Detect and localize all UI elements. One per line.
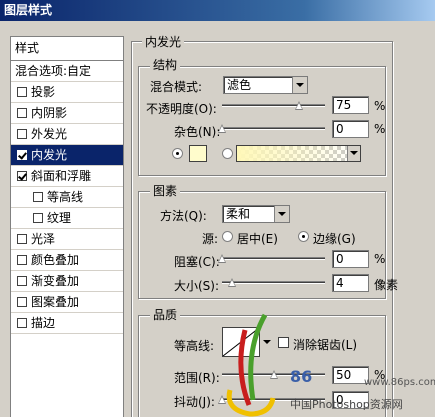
- size-label: 大小(S):: [174, 279, 220, 293]
- styles-list-header[interactable]: 样式: [11, 37, 123, 61]
- dialog-title: 图层样式: [4, 3, 53, 17]
- watermark-site: www.86ps.com: [364, 377, 435, 388]
- chevron-down-icon: [347, 146, 360, 161]
- opacity-slider-track: [222, 104, 325, 107]
- choke-slider-track: [222, 257, 325, 260]
- size-input[interactable]: 4: [332, 274, 369, 292]
- style-list-item-label: 图案叠加: [31, 295, 80, 309]
- opacity-slider[interactable]: [222, 100, 325, 112]
- blend-mode-select[interactable]: 滤色: [223, 76, 308, 94]
- method-select[interactable]: 柔和: [222, 205, 290, 223]
- source-center-label[interactable]: 居中(E): [237, 230, 278, 247]
- style-list-item[interactable]: 纹理: [11, 208, 123, 229]
- style-checkbox[interactable]: [17, 129, 27, 139]
- opacity-input[interactable]: 75: [332, 96, 369, 114]
- style-list-item-label: 外发光: [31, 127, 68, 141]
- styles-list: 样式 混合选项:自定投影内阴影外发光内发光斜面和浮雕等高线纹理光泽颜色叠加渐变叠…: [10, 36, 124, 417]
- style-checkbox[interactable]: [17, 108, 27, 118]
- choke-unit: %: [374, 252, 386, 266]
- jitter-label: 抖动(J):: [174, 395, 215, 409]
- style-list-item[interactable]: 等高线: [11, 187, 123, 208]
- style-checkbox[interactable]: [17, 297, 27, 307]
- style-checkbox[interactable]: [33, 213, 43, 223]
- blend-mode-value: 滤色: [227, 78, 252, 92]
- contour-label: 等高线:: [174, 339, 215, 353]
- watermark-brand: 86: [290, 367, 313, 386]
- style-list-item[interactable]: 混合选项:自定: [11, 61, 123, 82]
- source-edge-radio[interactable]: [298, 231, 309, 242]
- style-list-item-label: 颜色叠加: [31, 253, 80, 267]
- quality-title: 品质: [150, 306, 181, 323]
- style-checkbox[interactable]: [17, 276, 27, 286]
- size-slider[interactable]: [222, 277, 325, 289]
- elements-title: 图素: [150, 182, 181, 199]
- chevron-down-icon: [292, 77, 307, 93]
- watermark-logo: [226, 313, 276, 417]
- style-list-item-label: 等高线: [47, 190, 84, 204]
- noise-slider-thumb[interactable]: [218, 124, 226, 133]
- style-list-item[interactable]: 图案叠加: [11, 292, 123, 313]
- style-list-item-label: 混合选项:自定: [15, 64, 92, 78]
- source-center-radio[interactable]: [222, 231, 233, 242]
- style-checkbox[interactable]: [17, 87, 27, 97]
- glow-color-swatch[interactable]: [189, 145, 207, 162]
- style-list-item-label: 纹理: [47, 211, 72, 225]
- style-checkbox[interactable]: [33, 192, 43, 202]
- dialog-title-bar[interactable]: 图层样式: [0, 0, 435, 21]
- style-checkbox[interactable]: [17, 171, 27, 181]
- glow-gradient-picker[interactable]: [236, 145, 361, 162]
- noise-unit: %: [374, 122, 386, 136]
- style-checkbox[interactable]: [17, 255, 27, 265]
- opacity-label: 不透明度(O):: [146, 102, 217, 116]
- choke-input[interactable]: 0: [332, 250, 369, 268]
- style-list-item[interactable]: 描边: [11, 313, 123, 334]
- style-list-item-label: 描边: [31, 316, 56, 330]
- choke-slider-thumb[interactable]: [218, 254, 226, 263]
- style-list-item-label: 光泽: [31, 232, 56, 246]
- watermark-text: 中国Photoshop资源网: [290, 398, 403, 411]
- style-list-item[interactable]: 颜色叠加: [11, 250, 123, 271]
- style-list-item[interactable]: 内发光: [11, 145, 123, 166]
- choke-slider[interactable]: [218, 253, 325, 265]
- noise-slider-track: [222, 127, 325, 130]
- style-checkbox[interactable]: [17, 150, 27, 160]
- noise-label: 杂色(N):: [174, 125, 221, 139]
- chevron-down-icon: [274, 206, 289, 222]
- opacity-slider-thumb[interactable]: [295, 101, 304, 110]
- method-label: 方法(Q):: [160, 209, 207, 223]
- size-slider-thumb[interactable]: [228, 278, 237, 287]
- style-list-item[interactable]: 斜面和浮雕: [11, 166, 123, 187]
- size-slider-track: [222, 281, 325, 284]
- style-checkbox[interactable]: [17, 318, 27, 328]
- inner-glow-title: 内发光: [142, 33, 185, 50]
- style-list-item[interactable]: 外发光: [11, 124, 123, 145]
- style-list-item[interactable]: 投影: [11, 82, 123, 103]
- range-label: 范围(R):: [174, 371, 220, 385]
- style-list-item[interactable]: 渐变叠加: [11, 271, 123, 292]
- size-unit: 像素: [374, 278, 399, 292]
- style-list-item-label: 渐变叠加: [31, 274, 80, 288]
- noise-input[interactable]: 0: [332, 120, 369, 138]
- source-label: 源:: [202, 232, 219, 246]
- style-list-item-label: 内阴影: [31, 106, 68, 120]
- style-list-item-label: 投影: [31, 85, 56, 99]
- style-list-item[interactable]: 光泽: [11, 229, 123, 250]
- style-list-item-label: 内发光: [31, 148, 68, 162]
- structure-title: 结构: [150, 56, 181, 73]
- blend-mode-label: 混合模式:: [150, 80, 203, 94]
- choke-label: 阻塞(C):: [174, 255, 220, 269]
- noise-slider[interactable]: [218, 123, 325, 135]
- method-value: 柔和: [226, 207, 251, 221]
- source-edge-label[interactable]: 边缘(G): [313, 230, 356, 247]
- antialias-label[interactable]: 消除锯齿(L): [293, 336, 357, 353]
- gradient-radio[interactable]: [222, 148, 233, 159]
- style-checkbox[interactable]: [17, 234, 27, 244]
- opacity-unit: %: [374, 99, 386, 113]
- solid-color-radio[interactable]: [172, 148, 183, 159]
- style-list-item-label: 斜面和浮雕: [31, 169, 92, 183]
- style-list-item[interactable]: 内阴影: [11, 103, 123, 124]
